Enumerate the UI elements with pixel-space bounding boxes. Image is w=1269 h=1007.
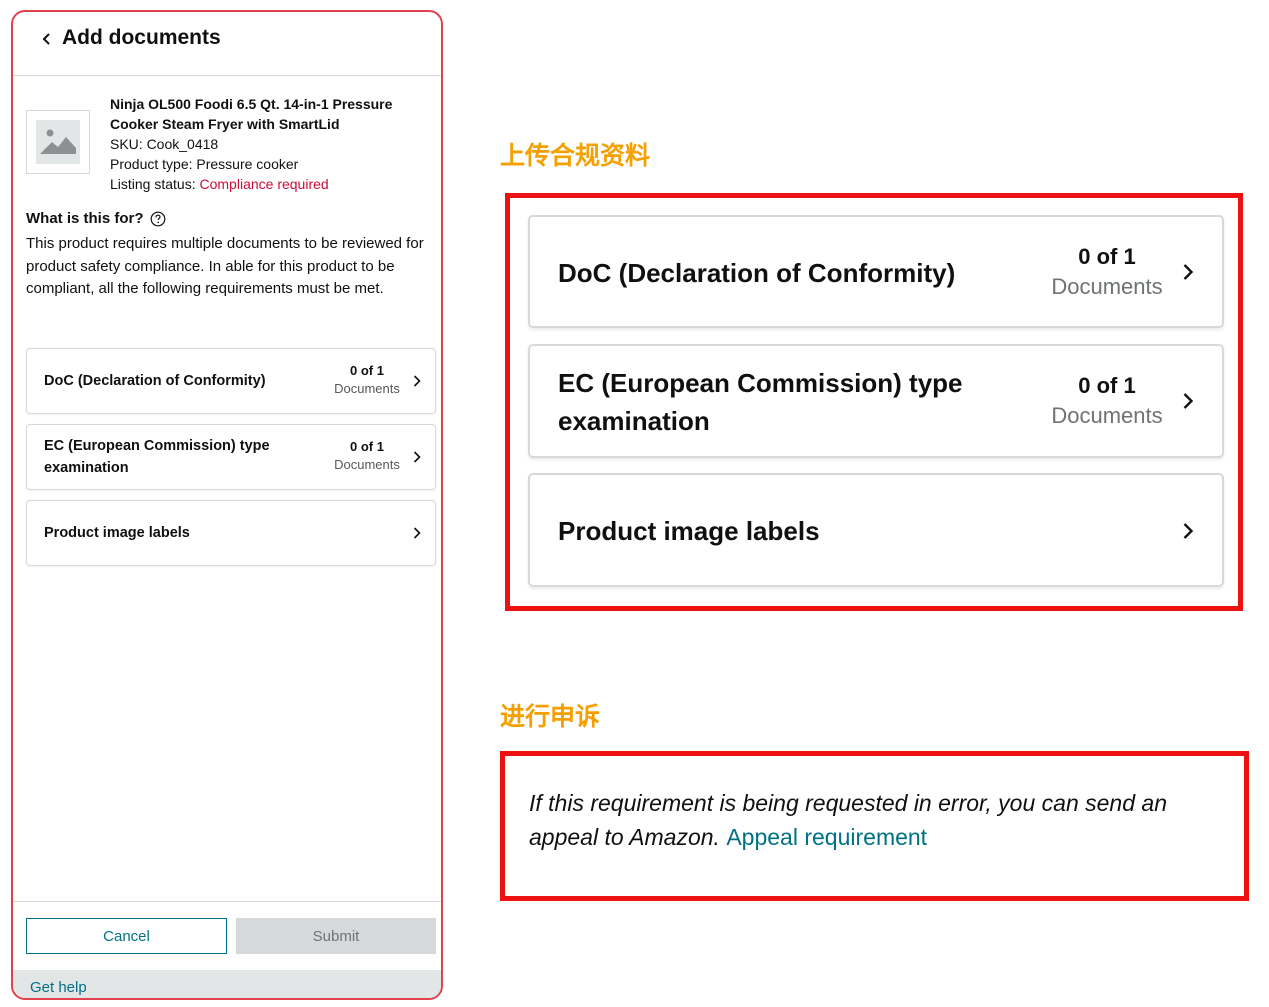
zoom-requirement-card-image-labels[interactable]: Product image labels (528, 473, 1224, 587)
footer-divider (13, 901, 441, 902)
product-sku: SKU: Cook_0418 (110, 136, 219, 152)
chevron-right-icon (1182, 392, 1196, 412)
zoom-count-value: 0 of 1 (1078, 373, 1136, 398)
zoom-requirement-card-ec[interactable]: EC (European Commission) type examinatio… (528, 344, 1224, 458)
product-thumbnail (26, 110, 90, 174)
requirement-card-image-labels[interactable]: Product image labels (26, 500, 436, 566)
zoom-requirement-label: DoC (Declaration of Conformity) (558, 258, 956, 288)
requirement-count-unit: Documents (334, 381, 400, 396)
chevron-right-icon (413, 450, 423, 464)
appeal-message: If this requirement is being requested i… (529, 786, 1229, 854)
requirement-label: DoC (Declaration of Conformity) (44, 373, 266, 389)
requirement-count-unit: Documents (334, 457, 400, 472)
get-help-link[interactable]: Get help (30, 979, 87, 996)
zoom-requirement-label: Product image labels (558, 516, 820, 546)
requirement-card-doc[interactable]: DoC (Declaration of Conformity) 0 of 1 D… (26, 348, 436, 414)
requirement-count: 0 of 1 Documents (327, 362, 407, 398)
help-circle-icon[interactable] (150, 211, 166, 227)
requirement-count-value: 0 of 1 (350, 439, 384, 454)
zoom-count-unit: Documents (1051, 274, 1163, 299)
requirements-description: This product requires multiple documents… (26, 235, 424, 297)
listing-status-value: Compliance required (199, 176, 329, 192)
panel-header: Add documents (13, 12, 441, 76)
requirement-label: Product image labels (44, 525, 190, 541)
add-documents-panel: Add documents Ninja OL500 Foodi 6.5 Qt. … (11, 10, 443, 1000)
submit-button[interactable]: Submit (236, 918, 436, 954)
zoom-count-value: 0 of 1 (1078, 244, 1136, 269)
chevron-right-icon (1182, 522, 1196, 542)
requirement-label: EC (European Commission) type examinatio… (44, 438, 270, 476)
zoom-count-unit: Documents (1051, 403, 1163, 428)
back-button[interactable] (37, 30, 57, 52)
listing-status: Listing status: Compliance required (110, 174, 329, 194)
back-chevron-icon (42, 32, 52, 50)
zoom-requirement-card-doc[interactable]: DoC (Declaration of Conformity) 0 of 1 D… (528, 215, 1224, 328)
appeal-requirement-link[interactable]: Appeal requirement (726, 824, 927, 850)
zoom-requirement-label: EC (European Commission) type examinatio… (558, 368, 963, 436)
product-summary: Ninja OL500 Foodi 6.5 Qt. 14-in-1 Pressu… (26, 94, 436, 198)
appeal-annotation-label: 进行申诉 (500, 702, 601, 731)
what-is-this-for-heading: What is this for? (26, 210, 166, 227)
zoom-requirement-count: 0 of 1 Documents (1042, 242, 1172, 302)
cancel-button[interactable]: Cancel (26, 918, 227, 954)
product-type: Product type: Pressure cooker (110, 156, 299, 172)
requirement-card-ec[interactable]: EC (European Commission) type examinatio… (26, 424, 436, 490)
image-placeholder-icon (38, 120, 78, 165)
zoom-requirement-count: 0 of 1 Documents (1042, 371, 1172, 431)
chevron-right-icon (413, 526, 423, 540)
listing-status-label: Listing status: (110, 176, 200, 192)
what-is-this-for-label: What is this for? (26, 210, 144, 227)
requirement-count: 0 of 1 Documents (327, 438, 407, 474)
requirement-count-value: 0 of 1 (350, 363, 384, 378)
chevron-right-icon (413, 374, 423, 388)
page-title: Add documents (62, 26, 221, 49)
chevron-right-icon (1182, 263, 1196, 283)
upload-annotation-label: 上传合规资料 (500, 141, 651, 170)
product-name: Ninja OL500 Foodi 6.5 Qt. 14-in-1 Pressu… (110, 96, 393, 132)
